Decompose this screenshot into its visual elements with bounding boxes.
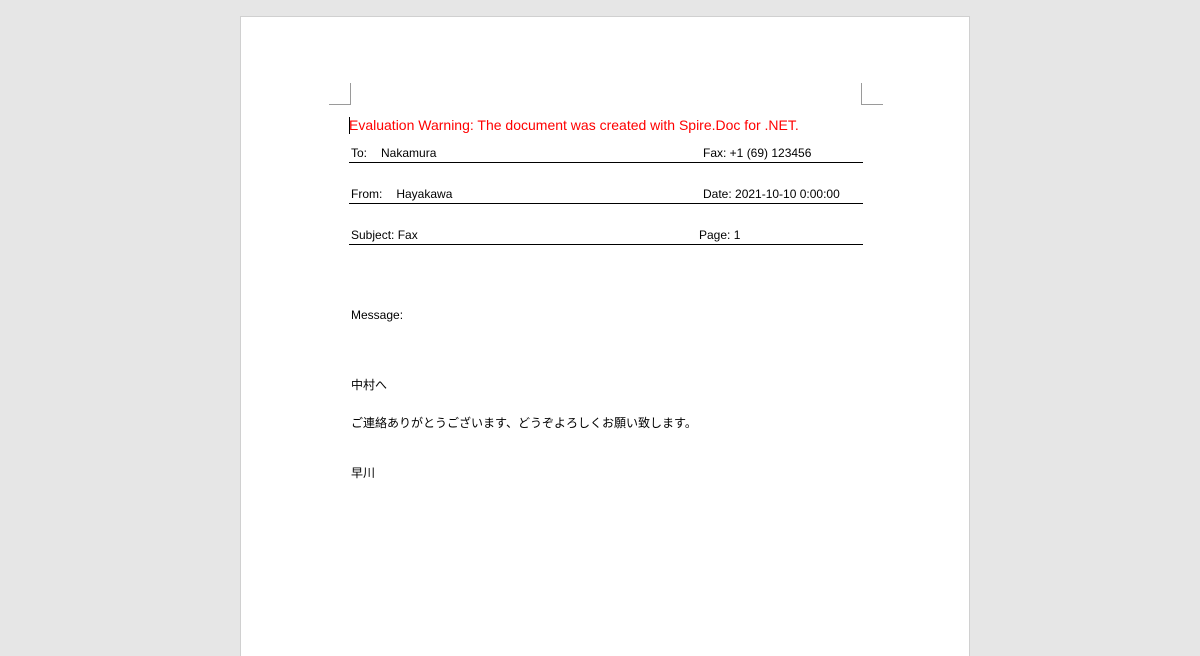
document-workspace: Evaluation Warning: The document was cre… [0,0,1200,656]
document-body[interactable]: Evaluation Warning: The document was cre… [349,115,863,482]
date-field: Date: 2021-10-10 0:00:00 [703,187,840,201]
to-fax-row: To: Nakamura Fax: +1 (69) 123456 [349,144,863,163]
page-field: Page: 1 [699,228,741,242]
to-label: To: [351,146,368,160]
to-value: Nakamura [381,146,437,160]
message-label: Message: [351,308,404,322]
evaluation-warning: Evaluation Warning: The document was cre… [349,115,863,135]
from-value: Hayakawa [396,187,453,201]
body-line: ご連絡ありがとうございます、どうぞよろしくお願い致します。 [351,416,697,430]
subject-field: Subject: Fax [351,228,418,242]
evaluation-warning-text: Evaluation Warning: The document was cre… [349,117,799,133]
margin-corner-top-left [329,83,351,105]
from-date-row: From: Hayakawa Date: 2021-10-10 0:00:00 [349,185,863,204]
greeting-line: 中村へ [351,378,388,392]
from-label: From: [351,187,383,201]
from-field: From: Hayakawa [351,187,452,203]
text-caret [349,117,350,134]
fax-field: Fax: +1 (69) 123456 [703,146,812,160]
document-page[interactable]: Evaluation Warning: The document was cre… [240,16,970,656]
signature-line: 早川 [351,466,376,480]
margin-corner-top-right [861,83,883,105]
to-field: To: Nakamura [351,146,436,162]
subject-page-row: Subject: Fax Page: 1 [349,226,863,245]
